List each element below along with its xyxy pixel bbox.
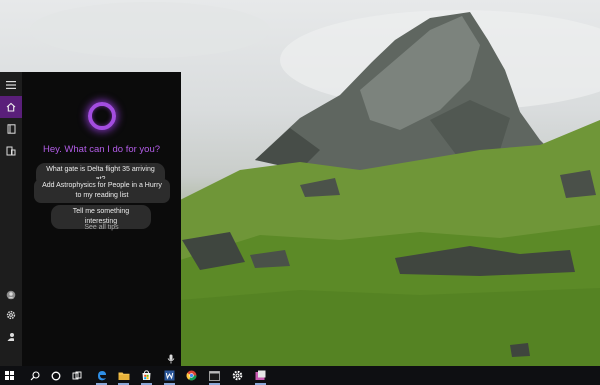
- terminal-icon[interactable]: [205, 366, 224, 385]
- cortana-greeting: Hey. What can I do for you?: [42, 144, 161, 155]
- hamburger-menu-icon[interactable]: [0, 74, 22, 96]
- cortana-ring-logo: [88, 102, 116, 130]
- app-icon[interactable]: [251, 366, 270, 385]
- cortana-nav-rail: [0, 72, 22, 366]
- file-explorer-icon[interactable]: [114, 366, 133, 385]
- taskbar: [0, 366, 600, 385]
- windows-start-icon[interactable]: [0, 366, 19, 385]
- feedback-icon[interactable]: [0, 326, 22, 348]
- edge-icon[interactable]: [92, 366, 111, 385]
- store-icon[interactable]: [137, 366, 156, 385]
- cortana-icon[interactable]: [46, 366, 65, 385]
- task-view-icon[interactable]: [67, 366, 86, 385]
- word-icon[interactable]: [160, 366, 179, 385]
- settings-icon[interactable]: [0, 304, 22, 326]
- home-icon[interactable]: [0, 96, 22, 118]
- settings-icon[interactable]: [228, 366, 247, 385]
- suggestion-chip[interactable]: Add Astrophysics for People in a Hurry t…: [34, 179, 170, 203]
- chrome-icon[interactable]: [182, 366, 201, 385]
- microphone-icon[interactable]: [167, 351, 175, 364]
- devices-icon[interactable]: [0, 140, 22, 162]
- notebook-icon[interactable]: [0, 118, 22, 140]
- see-all-tips-link[interactable]: See all tips: [22, 224, 181, 231]
- search-icon[interactable]: [25, 366, 44, 385]
- avatar-icon[interactable]: [0, 284, 22, 306]
